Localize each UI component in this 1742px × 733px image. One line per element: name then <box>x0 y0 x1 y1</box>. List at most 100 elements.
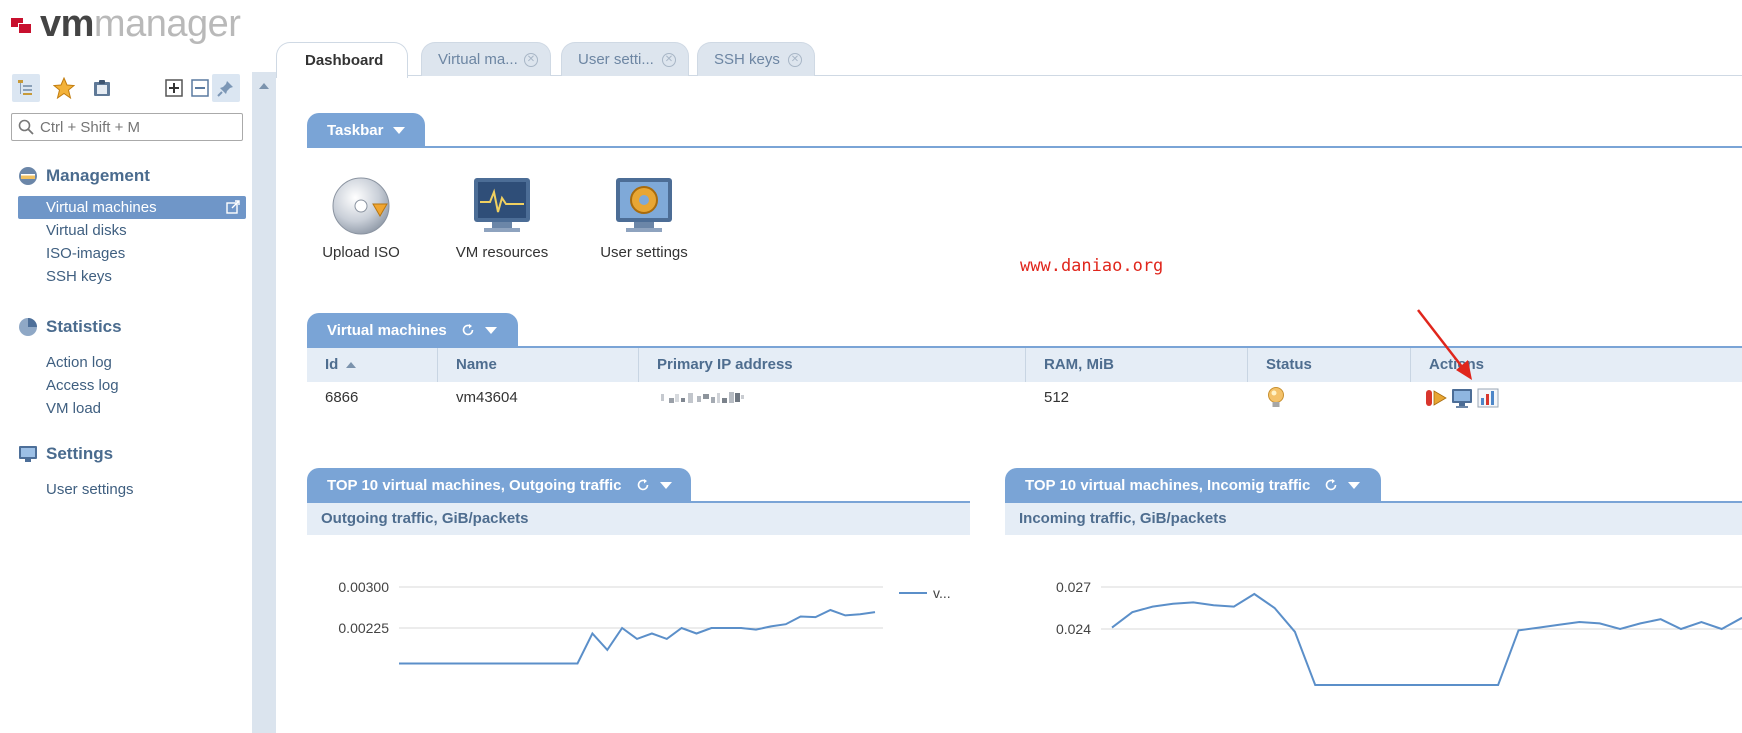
close-tab-icon[interactable]: ✕ <box>662 53 676 67</box>
menu-toolbar <box>12 74 242 104</box>
clipboard-icon[interactable] <box>88 74 116 102</box>
dropdown-caret-icon[interactable] <box>484 326 497 334</box>
tab-user-settings[interactable]: User setti... ✕ <box>561 42 689 76</box>
close-tab-icon[interactable]: ✕ <box>524 53 538 67</box>
console-monitor-icon[interactable] <box>1451 388 1473 409</box>
vmmanager-logo[interactable]: vmmanager <box>10 3 241 45</box>
cell-ram: 512 <box>1044 389 1070 406</box>
nav-group-statistics: Statistics Action log Access log VM load <box>18 315 246 420</box>
cell-status <box>1248 382 1286 414</box>
incoming-traffic-subtitle: Incoming traffic, GiB/packets <box>1005 503 1742 535</box>
start-stop-icon[interactable] <box>1425 388 1447 408</box>
vm-resources-monitor-icon <box>474 178 530 232</box>
menu-search[interactable] <box>11 113 243 141</box>
table-header: Id Name Primary IP address RAM, MiB Stat… <box>307 348 1742 382</box>
sidebar-item-virtual-disks[interactable]: Virtual disks <box>18 219 246 242</box>
cell-actions <box>1411 382 1499 414</box>
redacted-ip-image <box>661 392 744 404</box>
taskbar-item-label: User settings <box>600 244 688 261</box>
tab-label: Dashboard <box>305 52 384 69</box>
sidebar-item-iso-images[interactable]: ISO-images <box>18 242 246 265</box>
taskbar-header[interactable]: Taskbar <box>307 113 425 147</box>
refresh-icon[interactable] <box>461 323 475 337</box>
nav-group-header[interactable]: Statistics <box>18 315 246 339</box>
app-window: vmmanager Ctrl + Shift + M Management Vi… <box>0 0 1742 733</box>
refresh-icon[interactable] <box>636 478 650 492</box>
refresh-icon[interactable] <box>1324 478 1338 492</box>
open-in-tab-icon[interactable] <box>226 200 240 214</box>
legend-label[interactable]: v... <box>933 585 951 601</box>
sort-ascending-icon <box>346 362 357 369</box>
dropdown-caret-icon[interactable] <box>659 481 672 489</box>
sidebar-item-action-log[interactable]: Action log <box>18 351 246 374</box>
sidebar-item-virtual-machines[interactable]: Virtual machines <box>18 196 246 219</box>
sidebar-item-vm-load[interactable]: VM load <box>18 397 246 420</box>
cell-name: vm43604 <box>456 389 518 406</box>
column-header-status[interactable]: Status <box>1248 348 1411 382</box>
favorites-star-icon[interactable] <box>50 74 78 102</box>
column-header-name[interactable]: Name <box>438 348 639 382</box>
logo-text: vmmanager <box>40 3 241 45</box>
vm-section-title: Virtual machines <box>327 321 447 339</box>
sidebar-item-label: Virtual machines <box>46 199 157 216</box>
tab-label: User setti... <box>578 51 654 68</box>
nav-group-title: Settings <box>46 444 114 463</box>
dropdown-caret-icon[interactable] <box>1348 481 1361 489</box>
sidebar-item-user-settings[interactable]: User settings <box>18 478 246 501</box>
search-input[interactable] <box>40 118 230 136</box>
user-settings-gear-monitor-icon <box>616 178 672 232</box>
outgoing-traffic-title: TOP 10 virtual machines, Outgoing traffi… <box>327 476 622 494</box>
nav-group-title: Statistics <box>46 317 122 336</box>
bulb-icon <box>1268 387 1284 408</box>
tree-view-icon[interactable] <box>12 74 40 102</box>
cell-primary-ip <box>639 382 753 414</box>
series-line <box>399 608 876 665</box>
upload-iso-disc-icon <box>332 177 390 235</box>
tab-label: SSH keys <box>714 51 780 68</box>
logo-mark-icon <box>10 13 36 35</box>
nav-group-header[interactable]: Settings <box>18 442 246 466</box>
taskbar-divider <box>307 146 1742 148</box>
tab-virtual-machines[interactable]: Virtual ma... ✕ <box>421 42 551 76</box>
outgoing-traffic-header[interactable]: TOP 10 virtual machines, Outgoing traffi… <box>307 468 691 502</box>
column-header-id[interactable]: Id <box>307 348 438 382</box>
expand-all-icon[interactable] <box>160 74 188 102</box>
taskbar-user-settings[interactable]: User settings <box>596 174 692 261</box>
taskbar-vm-resources[interactable]: VM resources <box>452 174 552 261</box>
pin-icon[interactable] <box>212 74 240 102</box>
red-annotation-arrow <box>1417 309 1472 380</box>
tab-ssh-keys[interactable]: SSH keys ✕ <box>697 42 815 76</box>
taskbar-upload-iso[interactable]: Upload ISO <box>318 174 404 261</box>
y-tick-label: 0.00225 <box>338 620 389 636</box>
taskbar-item-label: VM resources <box>455 244 549 261</box>
taskbar-item-label: Upload ISO <box>322 244 400 261</box>
nav-group-management: Management Virtual machines Virtual disk… <box>18 164 246 288</box>
search-icon <box>18 119 34 135</box>
column-label: Id <box>325 356 339 373</box>
incoming-traffic-header[interactable]: TOP 10 virtual machines, Incomig traffic <box>1005 468 1381 502</box>
nav-group-header[interactable]: Management <box>18 164 246 188</box>
collapse-all-icon[interactable] <box>186 74 214 102</box>
tab-dashboard[interactable]: Dashboard <box>276 42 408 78</box>
management-icon <box>19 167 37 185</box>
collapse-up-icon[interactable] <box>259 83 269 89</box>
dropdown-caret-icon[interactable] <box>393 126 406 134</box>
table-row[interactable]: 6866 vm43604 512 <box>307 382 1742 414</box>
series-line <box>1111 592 1742 686</box>
nav-group-settings: Settings User settings <box>18 442 246 501</box>
incoming-traffic-title: TOP 10 virtual machines, Incomig traffic <box>1025 476 1311 494</box>
y-tick-label: 0.00300 <box>338 579 389 595</box>
column-header-primary-ip[interactable]: Primary IP address <box>639 348 1026 382</box>
panel-splitter[interactable] <box>252 72 276 733</box>
incoming-traffic-chart: 0.027 0.024 <box>1056 579 1742 686</box>
column-header-ram[interactable]: RAM, MiB <box>1026 348 1248 382</box>
taskbar-title: Taskbar <box>327 121 384 139</box>
statistics-chart-icon[interactable] <box>1477 388 1499 408</box>
settings-monitor-icon <box>19 446 37 462</box>
watermark-text: www.daniao.org <box>1020 256 1164 276</box>
sidebar-item-ssh-keys[interactable]: SSH keys <box>18 265 246 288</box>
close-tab-icon[interactable]: ✕ <box>788 53 802 67</box>
vm-section-header[interactable]: Virtual machines <box>307 313 518 347</box>
sidebar-item-access-log[interactable]: Access log <box>18 374 246 397</box>
vm-table: Id Name Primary IP address RAM, MiB Stat… <box>307 348 1742 414</box>
